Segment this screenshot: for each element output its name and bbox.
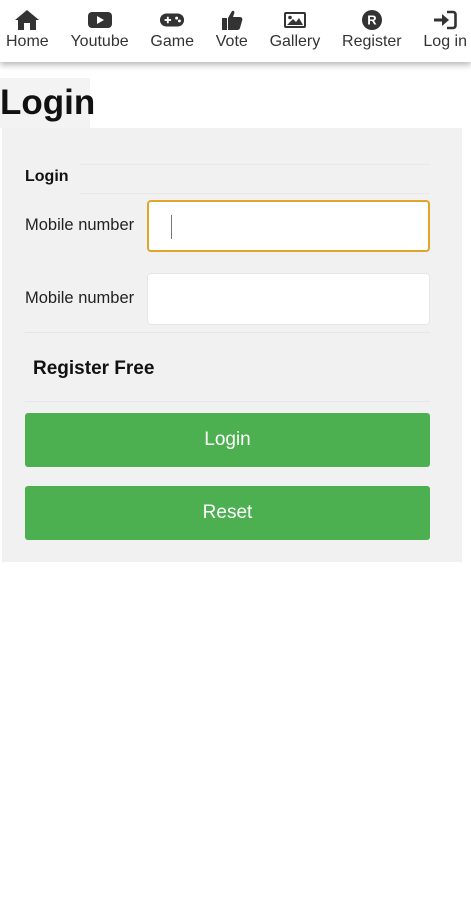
mobile-number-label: Mobile number	[25, 216, 135, 234]
nav-item-register[interactable]: R Register	[342, 0, 402, 62]
legend-divider	[80, 164, 430, 194]
mobile-number-label-2: Mobile number	[25, 289, 135, 307]
mobile-number-input-2[interactable]	[147, 273, 430, 325]
nav-item-vote[interactable]: Vote	[216, 0, 248, 62]
nav-label-youtube: Youtube	[70, 33, 129, 50]
reset-button[interactable]: Reset	[25, 486, 430, 540]
nav-item-home[interactable]: Home	[6, 0, 49, 62]
nav-label-game: Game	[150, 33, 194, 50]
text-caret	[171, 215, 172, 239]
nav-label-gallery: Gallery	[269, 33, 321, 50]
register-free-link[interactable]: Register Free	[33, 358, 154, 380]
nav-label-register: Register	[342, 33, 402, 50]
login-button[interactable]: Login	[25, 413, 430, 467]
image-icon	[282, 9, 308, 31]
form-legend: Login	[25, 168, 69, 185]
top-navigation: Home Youtube Game Vote Gallery R Registe…	[0, 0, 471, 62]
nav-item-youtube[interactable]: Youtube	[70, 0, 129, 62]
nav-label-login: Log in	[423, 33, 467, 50]
youtube-icon	[87, 9, 113, 31]
nav-label-home: Home	[6, 33, 49, 50]
gamepad-icon	[159, 9, 185, 31]
nav-item-gallery[interactable]: Gallery	[269, 0, 321, 62]
nav-label-vote: Vote	[215, 33, 248, 50]
registered-icon: R	[359, 9, 385, 31]
sign-in-icon	[432, 9, 458, 31]
thumbs-up-icon	[219, 9, 245, 31]
nav-item-login[interactable]: Log in	[423, 0, 467, 62]
home-icon	[14, 9, 40, 31]
nav-item-game[interactable]: Game	[150, 0, 194, 62]
mobile-number-input[interactable]	[147, 200, 430, 252]
svg-text:R: R	[367, 13, 377, 28]
page-title: Login	[0, 83, 96, 122]
